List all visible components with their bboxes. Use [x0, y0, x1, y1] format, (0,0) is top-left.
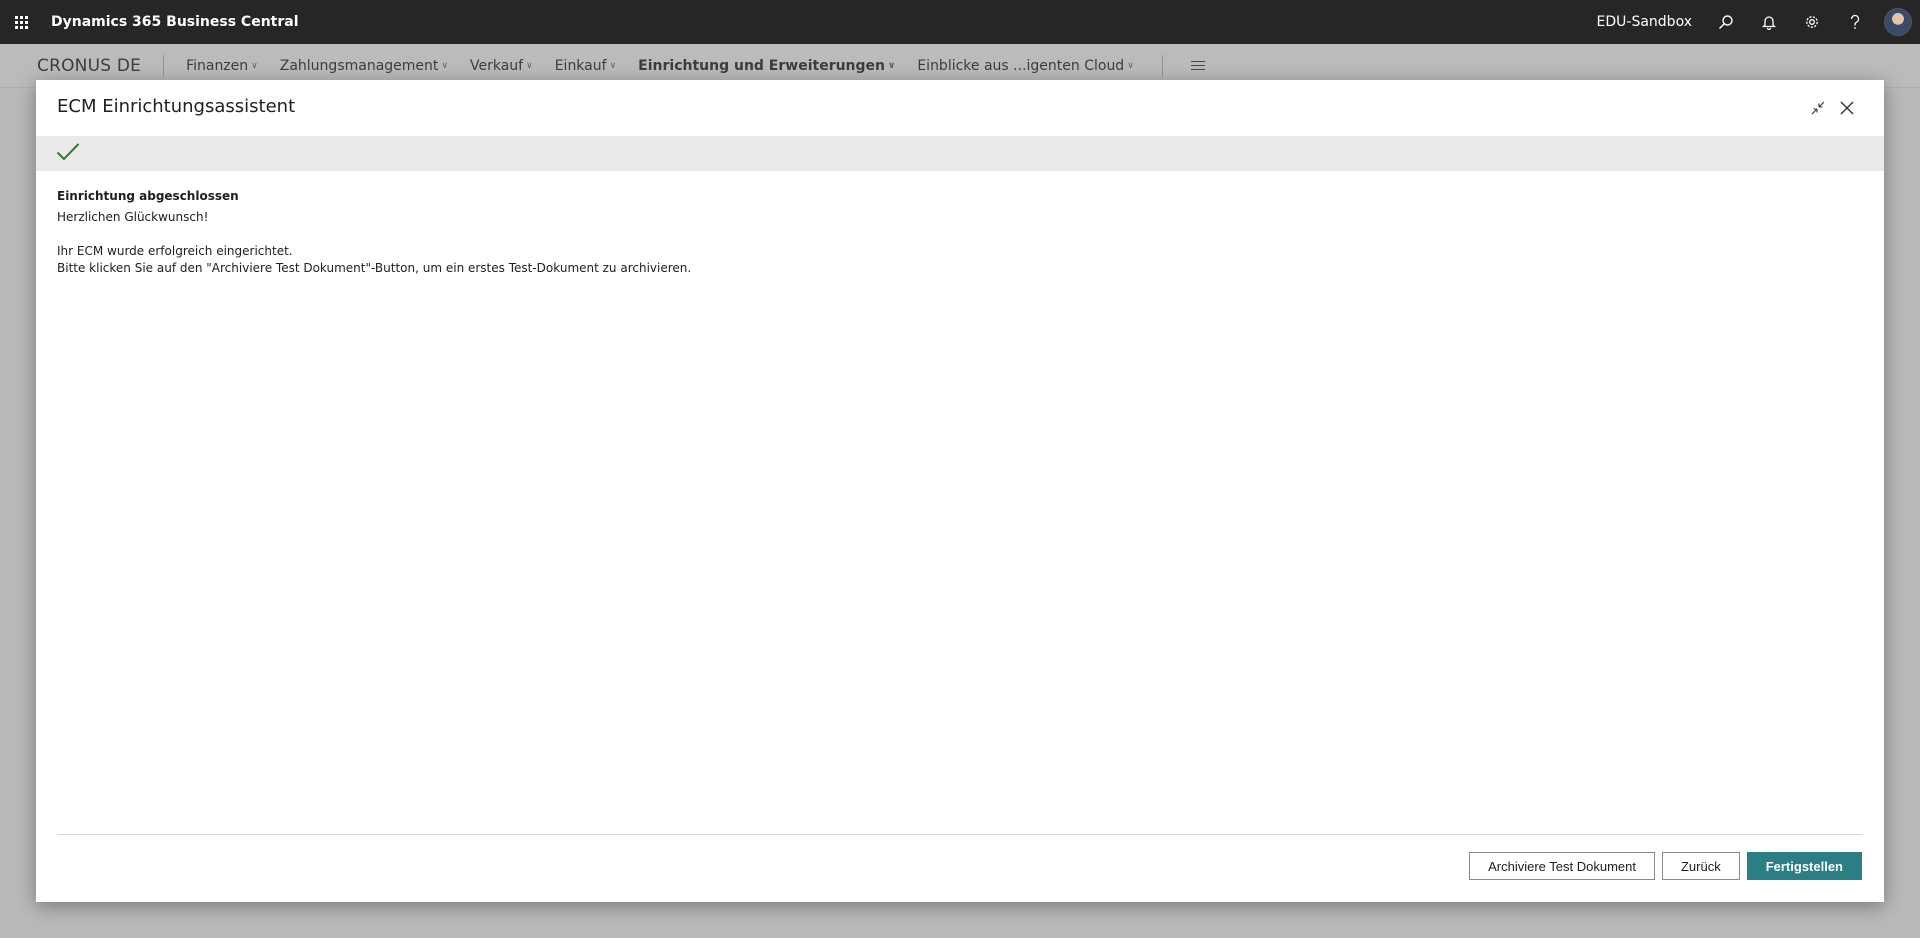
- setup-wizard-dialog: ECM Einrichtungsassistent Einrichtung ab…: [36, 80, 1884, 902]
- avatar[interactable]: [1884, 8, 1912, 36]
- close-icon[interactable]: [1833, 94, 1861, 122]
- search-icon[interactable]: [1704, 0, 1747, 44]
- dialog-title: ECM Einrichtungsassistent: [57, 96, 296, 117]
- bell-icon[interactable]: [1747, 0, 1790, 44]
- step-status-bar: [36, 136, 1884, 171]
- help-icon[interactable]: [1833, 0, 1876, 44]
- archive-test-document-button[interactable]: Archiviere Test Dokument: [1469, 852, 1655, 880]
- app-launcher-icon[interactable]: [1, 0, 41, 44]
- app-title[interactable]: Dynamics 365 Business Central: [51, 14, 299, 30]
- top-app-bar: Dynamics 365 Business Central EDU-Sandbo…: [0, 0, 1920, 44]
- dialog-footer: Archiviere Test Dokument Zurück Fertigst…: [1469, 852, 1862, 880]
- footer-divider: [57, 834, 1863, 835]
- back-button[interactable]: Zurück: [1661, 852, 1740, 880]
- congrats-text: Herzlichen Glückwunsch!: [57, 210, 209, 224]
- success-text: Ihr ECM wurde erfolgreich eingerichtet.: [57, 244, 293, 258]
- collapse-icon[interactable]: [1804, 94, 1832, 122]
- gear-icon[interactable]: [1790, 0, 1833, 44]
- checkmark-icon: [56, 142, 80, 166]
- dialog-content: Einrichtung abgeschlossen Herzlichen Glü…: [36, 171, 1884, 294]
- environment-name: EDU-Sandbox: [1596, 14, 1692, 30]
- dialog-header: ECM Einrichtungsassistent: [36, 80, 1884, 136]
- completion-heading: Einrichtung abgeschlossen: [57, 189, 239, 203]
- instruction-text: Bitte klicken Sie auf den "Archiviere Te…: [57, 261, 692, 275]
- finish-button[interactable]: Fertigstellen: [1746, 852, 1862, 880]
